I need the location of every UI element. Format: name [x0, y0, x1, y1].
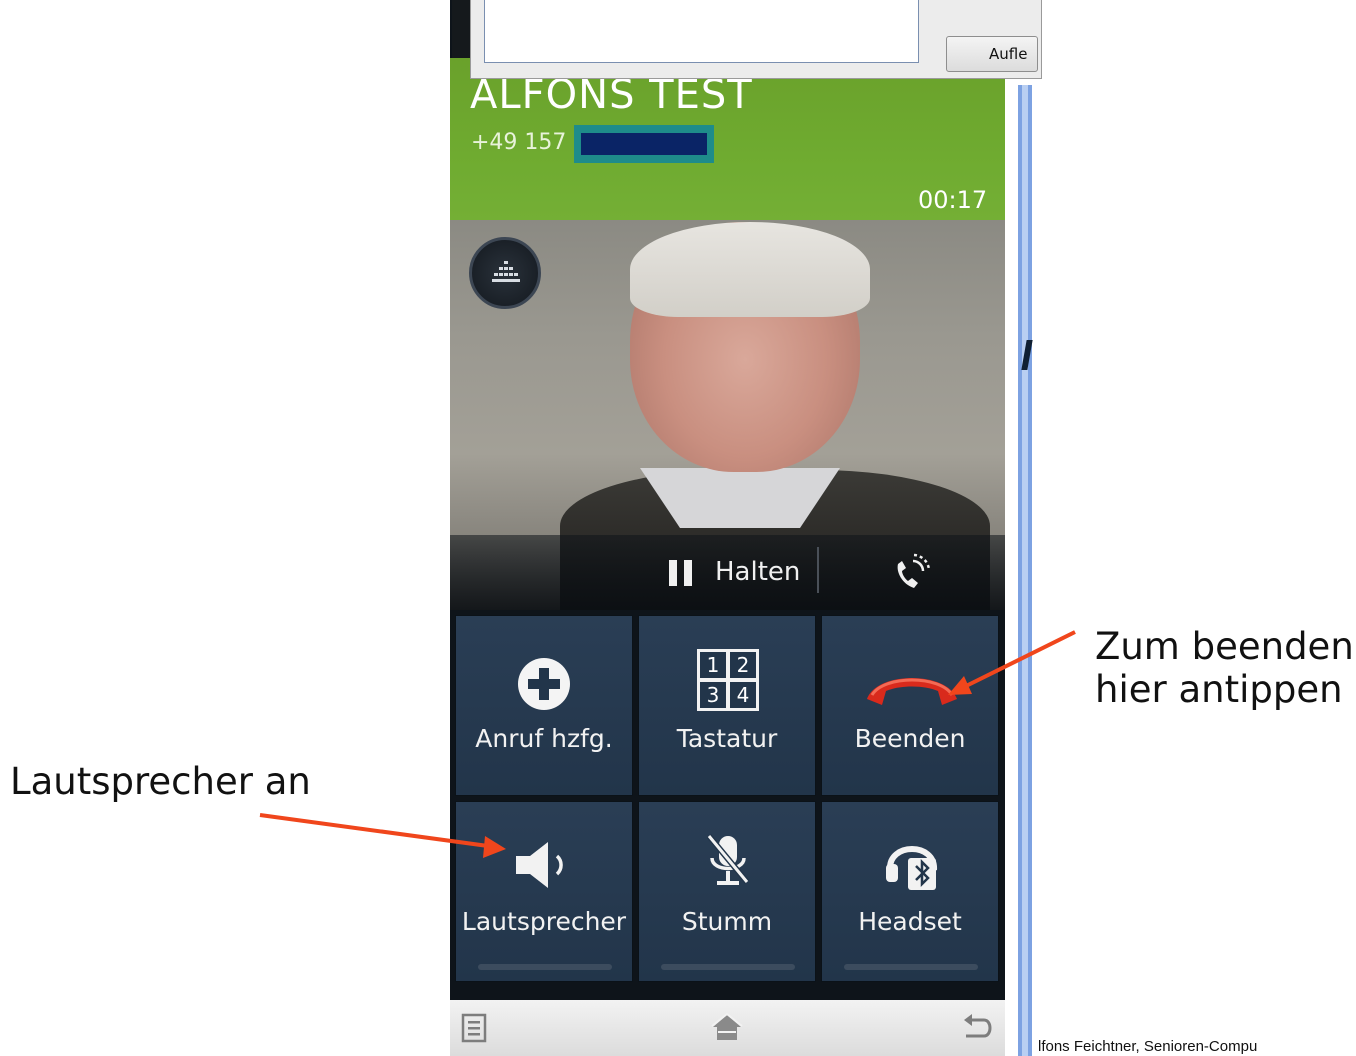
annotation-arrows [259, 630, 1076, 858]
speaker-arrow [259, 813, 506, 858]
end-call-arrow [948, 630, 1076, 695]
footer-credit: lfons Feichtner, Senioren-Compu [1038, 1038, 1258, 1055]
